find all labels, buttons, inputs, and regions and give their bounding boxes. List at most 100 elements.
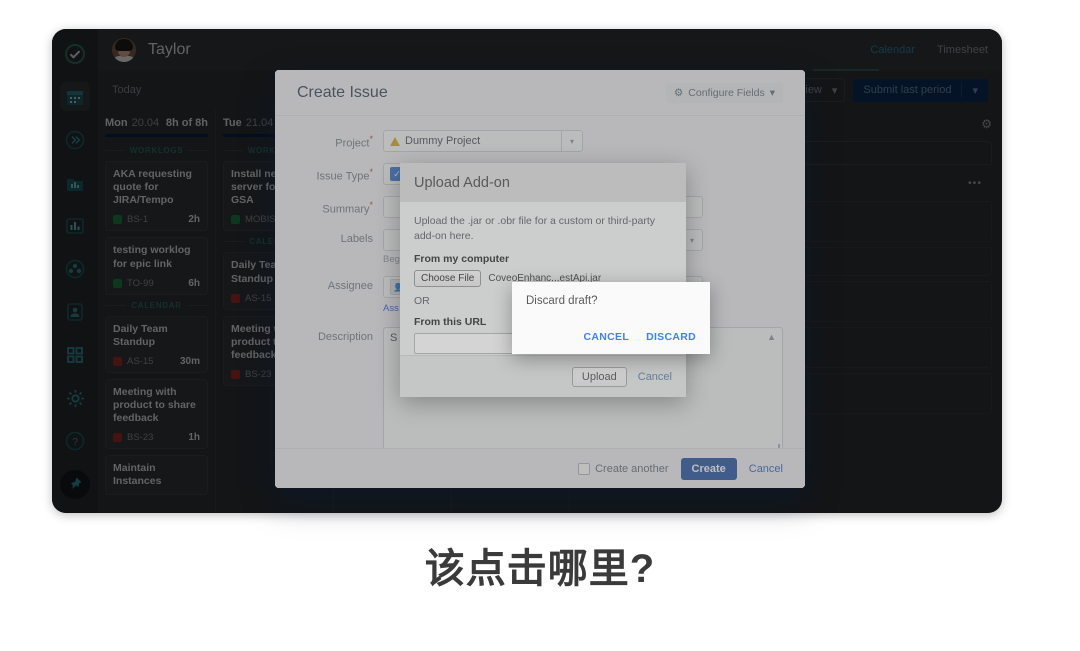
chevron-down-icon: ▾ (831, 84, 838, 97)
create-another-checkbox[interactable]: Create another (578, 462, 669, 475)
day-column-mon: Mon 20.04 8h of 8h WORKLOGS AKA requesti… (98, 109, 216, 513)
card-footer: BS-23 1h (113, 432, 200, 443)
view-select-label: iew (805, 84, 822, 96)
dialog-title: Create Issue (297, 83, 388, 101)
reports-icon[interactable] (60, 168, 90, 197)
choose-file-button[interactable]: Choose File (414, 270, 482, 288)
description-label: Description (317, 331, 373, 343)
sidebar-rail: ? (52, 29, 98, 513)
pin-icon[interactable] (60, 469, 90, 500)
gear-icon: ⚙ (673, 86, 684, 99)
upload-addon-footer: Upload Cancel (400, 355, 686, 397)
calendar-icon[interactable] (60, 82, 90, 112)
duration: 6h (188, 277, 200, 289)
assign-to-me-link[interactable]: Ass (383, 303, 399, 314)
caption-text: 该点击哪里? (424, 547, 656, 591)
labels-label: Labels (340, 233, 373, 245)
from-my-computer-label: From my computer (414, 253, 510, 266)
chevron-down-icon[interactable]: ▾ (972, 84, 978, 97)
upload-addon-dialog: Upload Add-on Upload the .jar or .obr fi… (400, 163, 686, 397)
create-issue-cancel-link[interactable]: Cancel (749, 463, 783, 475)
discard-draft-message: Discard draft? (526, 295, 598, 307)
tab-timesheet[interactable]: Timesheet (937, 44, 988, 56)
help-icon[interactable]: ? (60, 427, 90, 456)
upload-cancel-link[interactable]: Cancel (638, 371, 672, 383)
chevron-down-icon[interactable]: ▾ (561, 130, 582, 152)
day-progress-bar (105, 134, 208, 137)
duration: 2h (188, 214, 200, 226)
person-icon[interactable] (60, 298, 90, 327)
issue-type-icon (231, 215, 240, 225)
user-name: Taylor (148, 41, 191, 58)
discard-cancel-button[interactable]: CANCEL (584, 331, 630, 343)
worklog-card[interactable]: AKA requesting quote for JIRA/Tempo BS-1… (105, 161, 208, 232)
project-select[interactable]: Dummy Project ▾ (383, 130, 583, 152)
assignee-label: Assignee (327, 280, 373, 292)
button-divider (961, 83, 963, 97)
calendar-card[interactable]: Maintain Instances (105, 455, 208, 495)
avatar[interactable] (112, 38, 136, 62)
configure-fields-label: Configure Fields (688, 86, 765, 99)
issue-key: BS-23 (245, 369, 272, 380)
issue-key: BS-1 (127, 214, 149, 226)
issue-type-icon (231, 370, 240, 379)
calendar-card[interactable]: Daily Team Standup AS-15 30m (105, 315, 208, 373)
card-title: Meeting with product to share feedback (113, 385, 196, 425)
discard-confirm-button[interactable]: DISCARD (646, 331, 696, 343)
duration: 1h (188, 432, 200, 444)
today-button[interactable]: Today (112, 84, 141, 96)
gear-icon[interactable] (60, 384, 90, 413)
issue-type-icon (113, 433, 122, 443)
collapse-icon[interactable]: ▲ (767, 332, 776, 342)
summary-label: Summary* (322, 200, 373, 216)
project-value: Dummy Project (405, 135, 481, 147)
create-issue-footer: Create another Create Cancel (275, 448, 805, 488)
discard-draft-actions: CANCEL DISCARD (526, 331, 696, 354)
checkbox-box[interactable] (578, 462, 591, 475)
grid-icon[interactable] (60, 341, 90, 370)
duration: 30m (179, 355, 200, 367)
card-title: testing worklog for epic link (113, 244, 191, 270)
card-title: Maintain Instances (113, 462, 162, 488)
bar-chart-icon[interactable] (60, 211, 90, 240)
submit-last-period-button[interactable]: Submit last period ▾ (853, 78, 988, 102)
project-label: Project* (335, 134, 373, 150)
gear-icon[interactable]: ⚙ (981, 117, 992, 135)
issue-type-icon (113, 356, 122, 366)
panel-tab-more[interactable]: ••• (958, 172, 992, 194)
check-circle-icon[interactable] (60, 39, 90, 68)
app-header: Taylor Calendar Timesheet (98, 29, 1002, 71)
configure-fields-button[interactable]: ⚙ Configure Fields ▾ (665, 82, 783, 103)
section-label-worklogs: WORKLOGS (105, 146, 209, 155)
create-button[interactable]: Create (680, 457, 737, 480)
chevrons-right-icon[interactable] (60, 125, 90, 154)
section-label-calendar: CALENDAR (105, 301, 208, 310)
create-another-label: Create another (595, 462, 669, 475)
toolbar-right: iew ▾ Submit last period ▾ (797, 78, 988, 102)
required-marker: * (369, 200, 373, 210)
worklog-card[interactable]: testing worklog for epic link TO-99 6h (105, 237, 208, 295)
issue-type-label: Issue Type* (316, 167, 373, 183)
issue-key: BS-23 (127, 432, 154, 444)
description-value: S (390, 332, 398, 344)
card-footer: AS-15 30m (113, 356, 200, 367)
create-issue-header: Create Issue ⚙ Configure Fields ▾ (275, 70, 805, 116)
issue-key: TO-99 (127, 277, 154, 289)
card-title: Daily Team Standup (113, 322, 168, 348)
tab-calendar[interactable]: Calendar (870, 44, 915, 56)
upload-button[interactable]: Upload (571, 366, 627, 387)
svg-text:?: ? (72, 437, 78, 449)
day-total: 8h of 8h (165, 117, 208, 129)
calendar-card[interactable]: Meeting with product to share feedback B… (105, 378, 208, 450)
issue-key: AS-15 (245, 292, 272, 304)
header-tabs: Calendar Timesheet (870, 44, 988, 56)
team-icon[interactable] (60, 254, 90, 283)
issue-type-icon (113, 215, 122, 225)
issue-key: MOBIS (245, 214, 276, 226)
resize-handle[interactable] (770, 444, 780, 448)
chevron-down-icon: ▾ (769, 86, 775, 99)
day-date: 20.04 (131, 117, 160, 129)
warning-triangle-icon (390, 136, 400, 146)
project-control: Dummy Project ▾ (383, 130, 783, 152)
issue-type-icon (231, 293, 240, 303)
